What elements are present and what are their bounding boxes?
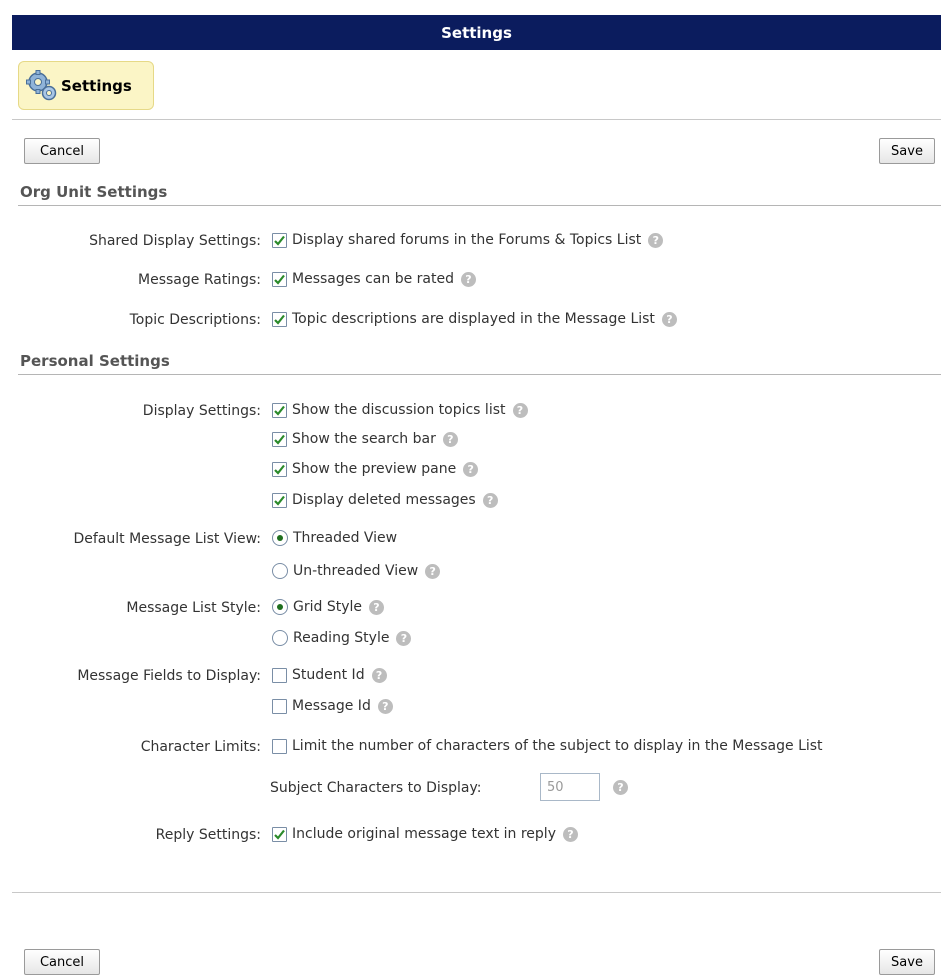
shared-display-label: Shared Display Settings: (89, 233, 261, 249)
message-ratings-label: Message Ratings: (138, 272, 261, 288)
help-icon[interactable]: ? (661, 311, 677, 327)
section-divider (18, 205, 941, 206)
topic-descriptions-label: Topic Descriptions: (129, 312, 261, 328)
checkbox-checked[interactable] (272, 431, 287, 447)
option-text: Un-threaded View (293, 563, 419, 579)
checkbox-unchecked[interactable] (272, 738, 287, 754)
radio-selected[interactable] (272, 530, 288, 546)
list-style-label: Message List Style: (126, 600, 261, 616)
default-view-label: Default Message List View: (73, 531, 261, 547)
help-icon[interactable]: ? (613, 780, 628, 795)
checkbox-checked[interactable] (272, 461, 287, 477)
help-icon[interactable]: ? (425, 563, 441, 579)
window-title: Settings (12, 15, 941, 50)
help-icon[interactable]: ? (460, 271, 476, 287)
save-button[interactable]: Save (879, 949, 935, 975)
reply-settings-label: Reply Settings: (155, 827, 261, 843)
show-preview-pane-option[interactable]: Show the preview pane ? (272, 461, 479, 477)
shared-display-option[interactable]: Display shared forums in the Forums & To… (272, 232, 664, 248)
divider (12, 892, 941, 893)
option-text: Message Id (292, 698, 371, 714)
section-divider (18, 374, 941, 375)
include-original-option[interactable]: Include original message text in reply ? (272, 826, 578, 842)
grid-style-option[interactable]: Grid Style ? (272, 599, 384, 615)
settings-tab-label: Settings (61, 76, 132, 95)
option-text: Display deleted messages (292, 492, 476, 508)
help-icon[interactable]: ? (482, 492, 498, 508)
help-icon[interactable]: ? (442, 431, 458, 447)
option-text: Show the discussion topics list (292, 402, 506, 418)
checkbox-unchecked[interactable] (272, 698, 287, 714)
option-text: Include original message text in reply (292, 826, 556, 842)
radio-selected[interactable] (272, 599, 288, 615)
message-ratings-option[interactable]: Messages can be rated ? (272, 271, 476, 287)
checkbox-checked[interactable] (272, 826, 287, 842)
checkbox-checked[interactable] (272, 232, 287, 248)
gears-icon (25, 69, 59, 103)
option-text: Display shared forums in the Forums & To… (292, 232, 642, 248)
option-text: Reading Style (293, 630, 390, 646)
radio-unselected[interactable] (272, 563, 288, 579)
char-limits-label: Character Limits: (140, 739, 261, 755)
cancel-button[interactable]: Cancel (24, 138, 100, 164)
display-settings-label: Display Settings: (142, 403, 261, 419)
checkbox-checked[interactable] (272, 492, 287, 508)
option-text: Grid Style (293, 599, 362, 615)
help-icon[interactable]: ? (512, 402, 528, 418)
reading-style-option[interactable]: Reading Style ? (272, 630, 412, 646)
student-id-option[interactable]: Student Id ? (272, 667, 387, 683)
option-text: Limit the number of characters of the su… (292, 738, 823, 754)
show-search-bar-option[interactable]: Show the search bar ? (272, 431, 458, 447)
char-limit-option[interactable]: Limit the number of characters of the su… (272, 738, 823, 754)
help-icon[interactable]: ? (396, 630, 412, 646)
help-icon[interactable]: ? (562, 826, 578, 842)
option-text: Topic descriptions are displayed in the … (292, 311, 655, 327)
save-button[interactable]: Save (879, 138, 935, 164)
threaded-view-option[interactable]: Threaded View (272, 530, 397, 546)
radio-unselected[interactable] (272, 630, 288, 646)
option-text: Threaded View (293, 530, 398, 546)
message-id-option[interactable]: Message Id ? (272, 698, 393, 714)
help-icon[interactable]: ? (371, 667, 387, 683)
subject-chars-help: ? (606, 780, 628, 795)
option-text: Show the preview pane (292, 461, 457, 477)
option-text: Student Id (292, 667, 365, 683)
subject-chars-input[interactable]: 50 (540, 773, 600, 801)
subject-chars-label: Subject Characters to Display: (270, 780, 482, 796)
checkbox-checked[interactable] (272, 271, 287, 287)
fields-label: Message Fields to Display: (77, 668, 261, 684)
settings-tab[interactable]: Settings (18, 61, 154, 110)
help-icon[interactable]: ? (463, 461, 479, 477)
help-icon[interactable]: ? (369, 599, 384, 615)
checkbox-checked[interactable] (272, 402, 287, 418)
unthreaded-view-option[interactable]: Un-threaded View ? (272, 563, 441, 579)
help-icon[interactable]: ? (377, 698, 393, 714)
checkbox-unchecked[interactable] (272, 667, 287, 683)
divider (12, 119, 941, 120)
display-deleted-option[interactable]: Display deleted messages ? (272, 492, 498, 508)
personal-settings-heading: Personal Settings (20, 352, 170, 370)
option-text: Show the search bar (292, 431, 436, 447)
show-topics-list-option[interactable]: Show the discussion topics list ? (272, 402, 528, 418)
option-text: Messages can be rated (292, 271, 454, 287)
org-unit-heading: Org Unit Settings (20, 183, 168, 201)
help-icon[interactable]: ? (648, 232, 664, 248)
topic-descriptions-option[interactable]: Topic descriptions are displayed in the … (272, 311, 677, 327)
cancel-button[interactable]: Cancel (24, 949, 100, 975)
checkbox-checked[interactable] (272, 311, 287, 327)
